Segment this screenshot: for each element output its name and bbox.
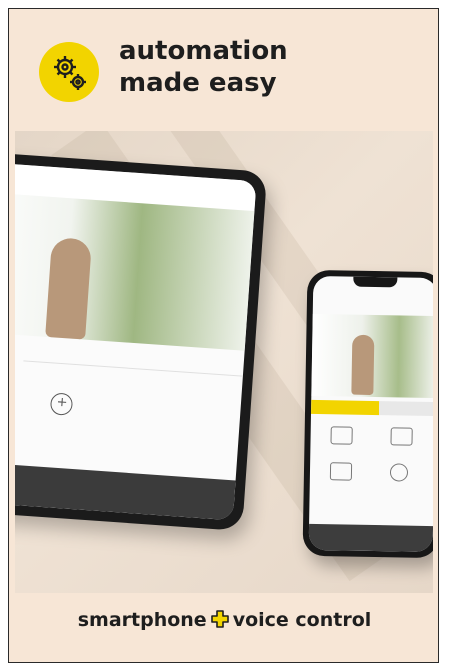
tablet-room-image bbox=[15, 191, 255, 351]
phone-device bbox=[302, 269, 433, 559]
header: automation made easy bbox=[9, 9, 438, 131]
phone-tab-active bbox=[310, 399, 380, 416]
headline-line-2: made easy bbox=[119, 68, 277, 98]
headline-line-1: automation bbox=[119, 36, 288, 66]
phone-notch bbox=[353, 276, 398, 288]
promo-card: automation made easy + smartphone voice … bbox=[8, 8, 439, 663]
devices-photo bbox=[15, 131, 433, 593]
footer-text-voice-control: voice control bbox=[232, 609, 372, 631]
tablet-screen bbox=[15, 161, 257, 521]
phone-room-image bbox=[311, 313, 433, 399]
person-figure bbox=[45, 237, 93, 340]
tablet-app-footer bbox=[15, 460, 236, 521]
tablet-device bbox=[15, 150, 268, 532]
plus-icon bbox=[210, 610, 229, 633]
phone-tab bbox=[379, 401, 433, 417]
footer-caption: smartphone voice control bbox=[9, 609, 438, 633]
device-tile-icon bbox=[390, 427, 413, 446]
person-figure bbox=[351, 334, 375, 396]
footer-text-smartphone: smartphone bbox=[77, 609, 207, 631]
headline: automation made easy bbox=[119, 35, 288, 99]
phone-screen bbox=[308, 275, 433, 553]
phone-tabs bbox=[310, 399, 433, 417]
gears-icon bbox=[54, 56, 86, 90]
device-tile-icon bbox=[329, 462, 353, 481]
add-device-icon bbox=[389, 463, 409, 482]
phone-app-footer bbox=[308, 523, 433, 553]
add-device-icon bbox=[49, 392, 74, 416]
gears-badge bbox=[39, 42, 99, 102]
divider bbox=[23, 360, 257, 379]
device-tile-icon bbox=[330, 426, 353, 445]
